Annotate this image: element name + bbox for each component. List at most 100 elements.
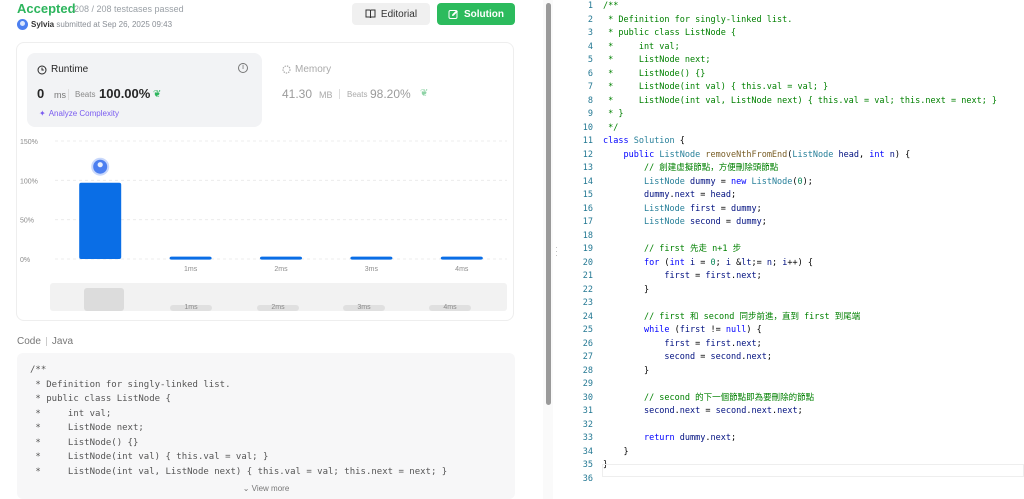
preview-line: * ListNode(int val, ListNode next) { thi… <box>30 466 448 477</box>
y-tick-label: 0% <box>20 257 30 264</box>
code-line[interactable]: ​ <box>603 297 997 311</box>
edit-icon <box>448 9 458 19</box>
line-number: 21 <box>582 271 593 281</box>
runtime-label: Runtime <box>51 64 89 75</box>
code-line[interactable]: while (first != null) { <box>603 324 997 338</box>
line-number: 3 <box>587 28 593 38</box>
memory-header[interactable]: Memory <box>282 64 331 75</box>
code-line[interactable]: } <box>603 365 997 379</box>
code-line[interactable]: * Definition for singly-linked list. <box>603 14 997 28</box>
left-scrollbar-thumb[interactable] <box>546 3 551 405</box>
code-line[interactable]: * ListNode next; <box>603 54 997 68</box>
code-line[interactable]: for (int i = 0; i &lt;= n; i++) { <box>603 257 997 271</box>
line-number: 2 <box>587 14 593 25</box>
line-number: 13 <box>582 163 593 173</box>
line-number: 14 <box>582 176 593 187</box>
minimap-tick: 4ms <box>429 304 471 311</box>
code-label: Code <box>17 336 41 347</box>
editor-code[interactable]: /** * Definition for singly-linked list.… <box>603 0 997 486</box>
line-number: 22 <box>582 284 593 295</box>
view-more-button[interactable]: ⌄ View more <box>17 484 515 493</box>
submitted-code-preview[interactable]: /** * Definition for singly-linked list.… <box>17 353 515 499</box>
code-line[interactable]: first = first.next; <box>603 270 997 284</box>
line-number: 12 <box>582 149 593 160</box>
code-line[interactable]: dummy.next = head; <box>603 189 997 203</box>
preview-line: * ListNode() {} <box>30 437 139 448</box>
code-line[interactable]: // first 先走 n+1 步 <box>603 243 997 257</box>
minimap-selection-handle[interactable] <box>84 288 124 311</box>
code-line[interactable]: public ListNode removeNthFromEnd(ListNod… <box>603 149 997 163</box>
code-line[interactable]: ​ <box>603 230 997 244</box>
line-number: 34 <box>582 446 593 457</box>
code-line[interactable]: // second 的下一個節點即為要刪除的節點 <box>603 392 997 406</box>
runtime-bar-4ms[interactable] <box>440 256 483 260</box>
line-number: 24 <box>582 311 593 322</box>
book-icon <box>365 9 376 19</box>
divider <box>339 89 340 99</box>
code-line[interactable]: first = first.next; <box>603 338 997 352</box>
runtime-bar-2ms[interactable] <box>260 256 302 260</box>
code-line[interactable]: ​ <box>603 419 997 433</box>
code-line[interactable]: ListNode dummy = new ListNode(0); <box>603 176 997 190</box>
runtime-bar-1ms[interactable] <box>169 256 212 260</box>
runtime-box[interactable]: Runtime i 0 ms Beats 100.00% ❦ ✦ Analyze… <box>27 53 262 127</box>
code-line[interactable]: /** <box>603 0 997 14</box>
divider <box>45 337 47 346</box>
preview-line: * ListNode(int val) { this.val = val; } <box>30 452 269 462</box>
code-line[interactable]: // first 和 second 同步前進，直到 first 到尾端 <box>603 311 997 325</box>
line-number: 23 <box>582 298 593 308</box>
code-preview-lines: /** * Definition for singly-linked list.… <box>30 363 447 479</box>
panel-resize-handle[interactable]: · · · <box>555 243 558 260</box>
solution-button[interactable]: Solution <box>437 3 515 25</box>
line-number: 36 <box>582 473 593 484</box>
memory-unit: MB <box>319 90 333 100</box>
code-line[interactable]: } <box>603 446 997 460</box>
memory-beats-percent: 98.20% <box>370 87 411 101</box>
line-number: 15 <box>582 190 593 200</box>
code-line[interactable]: * int val; <box>603 41 997 55</box>
line-number: 33 <box>582 433 593 443</box>
line-number-gutter: 1 2 3 4 5 6 7 8 9 10 11 12 13 14 15 16 17 18 19 20 21 22 23 24 2… <box>562 0 593 486</box>
runtime-header: Runtime <box>37 64 88 75</box>
line-number: 19 <box>582 244 593 254</box>
code-line[interactable]: ListNode second = dummy; <box>603 216 997 230</box>
user-name[interactable]: Sylvia <box>31 20 54 29</box>
code-line[interactable]: * public class ListNode { <box>603 27 997 41</box>
memory-chip-icon <box>282 65 291 74</box>
code-line[interactable]: * } <box>603 108 997 122</box>
testcases-count: 208 / 208 testcases passed <box>74 4 184 14</box>
code-line[interactable]: // 創建虛擬節點，方便刪除頭節點 <box>603 162 997 176</box>
code-line[interactable]: ​ <box>603 378 997 392</box>
runtime-beats-label: Beats <box>75 90 96 99</box>
x-tick-label: 2ms <box>274 266 288 273</box>
line-number: 10 <box>582 122 593 133</box>
code-line[interactable]: ListNode first = dummy; <box>603 203 997 217</box>
user-avatar[interactable] <box>17 19 28 30</box>
code-line[interactable]: * ListNode(int val) { this.val = val; } <box>603 81 997 95</box>
code-line[interactable]: return dummy.next; <box>603 432 997 446</box>
preview-line: * Definition for singly-linked list. <box>30 379 231 390</box>
chart-minimap[interactable]: 1ms 2ms 3ms 4ms <box>50 283 507 311</box>
chevron-down-icon: ⌄ <box>242 484 250 493</box>
preview-line: /** <box>30 365 47 375</box>
analyze-complexity-label: Analyze Complexity <box>48 109 119 118</box>
submission-panel: Accepted 208 / 208 testcases passed Sylv… <box>0 0 542 499</box>
line-number: 28 <box>582 365 593 376</box>
info-icon[interactable]: i <box>238 63 248 73</box>
analyze-complexity-link[interactable]: ✦ Analyze Complexity <box>39 109 119 118</box>
code-line[interactable]: */ <box>603 122 997 136</box>
code-line[interactable]: * ListNode(int val, ListNode next) { thi… <box>603 95 997 109</box>
editorial-button[interactable]: Editorial <box>352 3 430 25</box>
runtime-bar-0ms[interactable] <box>79 182 122 259</box>
divider <box>68 89 69 100</box>
code-editor[interactable]: 1 2 3 4 5 6 7 8 9 10 11 12 13 14 15 16 17 18 19 20 21 22 23 24 2… <box>562 0 1024 499</box>
code-line[interactable]: second.next = second.next.next; <box>603 405 997 419</box>
code-line[interactable]: } <box>603 284 997 298</box>
runtime-bar-3ms[interactable] <box>350 256 393 260</box>
x-tick-label: 4ms <box>455 266 469 273</box>
code-line[interactable]: * ListNode() {} <box>603 68 997 82</box>
code-line[interactable]: second = second.next; <box>603 351 997 365</box>
runtime-distribution-chart[interactable]: 150% 100% 50% 0% 1ms 2ms 3ms 4ms <box>17 131 513 281</box>
code-line[interactable]: class Solution { <box>603 135 997 149</box>
line-number: 6 <box>587 68 593 79</box>
